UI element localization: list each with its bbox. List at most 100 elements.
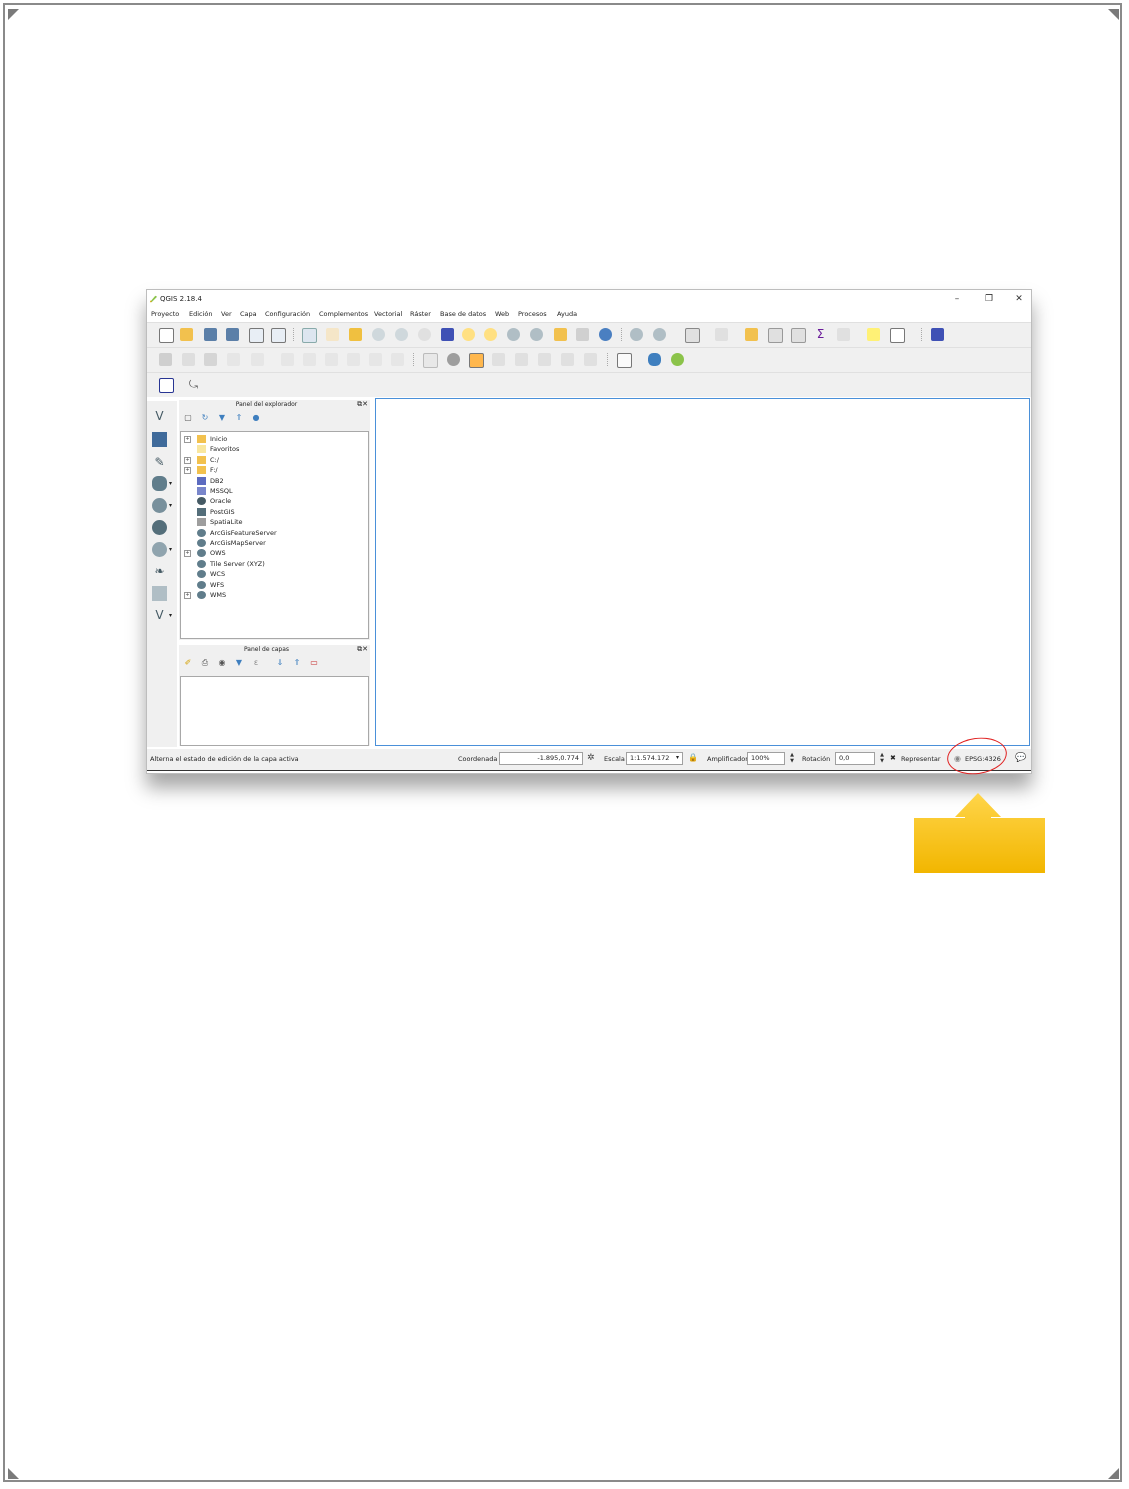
collapse-all-icon[interactable]: ⇑ xyxy=(234,413,244,423)
node-tool-icon[interactable] xyxy=(281,353,294,366)
rotation-spinner-icon[interactable]: ▲ ▼ xyxy=(878,752,886,765)
filter-expression-icon[interactable]: ε xyxy=(251,658,261,668)
tree-item[interactable]: Favoritos xyxy=(181,445,366,455)
save-project-icon[interactable] xyxy=(204,328,217,341)
dropdown-arrow-icon[interactable]: ▾ xyxy=(169,612,172,619)
menu-complementos[interactable]: Complementos xyxy=(319,310,368,318)
filter-icon[interactable]: ▼ xyxy=(217,413,227,423)
tree-item[interactable]: SpatiaLite xyxy=(181,518,366,528)
label-abc-icon[interactable] xyxy=(423,353,438,368)
measure-icon[interactable] xyxy=(837,328,850,341)
tree-item[interactable]: WCS xyxy=(181,570,366,580)
extents-toggle-icon[interactable]: ✲ xyxy=(587,753,595,763)
menu-procesos[interactable]: Procesos xyxy=(518,310,547,318)
expand-all-icon[interactable]: ⇓ xyxy=(275,658,285,668)
pan-touch-icon[interactable] xyxy=(302,328,317,343)
lock-scale-icon[interactable]: 🔒 xyxy=(688,753,698,762)
tree-item[interactable]: + F:/ xyxy=(181,466,366,476)
layer-styling-icon[interactable]: ✐ xyxy=(183,658,193,668)
menu-edicion[interactable]: Edición xyxy=(189,310,213,318)
trash-icon[interactable] xyxy=(325,353,338,366)
tree-item[interactable]: Tile Server (XYZ) xyxy=(181,559,366,570)
tree-item[interactable]: WFS xyxy=(181,580,366,591)
add-wms-layer-icon[interactable] xyxy=(152,498,167,513)
map-tips-icon[interactable] xyxy=(867,328,880,341)
magnifier-spinner-icon[interactable]: ▲ ▼ xyxy=(788,752,796,765)
zoom-out-icon[interactable] xyxy=(395,328,408,341)
minimize-button[interactable]: – xyxy=(950,293,964,305)
zoom-full-icon[interactable] xyxy=(441,328,454,341)
tree-item[interactable]: + C:/ xyxy=(181,455,366,466)
show-bookmarks-icon[interactable] xyxy=(576,328,589,341)
field-calculator-icon[interactable] xyxy=(791,328,806,343)
menu-raster[interactable]: Ráster xyxy=(410,310,431,318)
close-button[interactable]: ✕ xyxy=(1012,293,1026,305)
select-features-icon[interactable] xyxy=(685,328,700,343)
add-feature-icon[interactable] xyxy=(227,353,240,366)
undo-rotate-icon[interactable]: ⤿ xyxy=(187,378,200,391)
pan-to-selection-icon[interactable] xyxy=(349,328,362,341)
move-label-icon[interactable] xyxy=(538,353,551,366)
text-annotation-icon[interactable] xyxy=(890,328,905,343)
tree-item[interactable]: Oracle xyxy=(181,497,366,507)
tree-item[interactable]: + Inicio xyxy=(181,435,366,445)
zoom-last-icon[interactable] xyxy=(507,328,520,341)
menu-web[interactable]: Web xyxy=(495,310,509,318)
tree-item[interactable]: + OWS xyxy=(181,549,366,559)
expand-icon[interactable]: + xyxy=(184,550,191,558)
scale-dropdown-icon[interactable]: ▾ xyxy=(676,754,679,761)
new-bookmark-icon[interactable] xyxy=(554,328,567,341)
scale-combo[interactable]: 1:1.574.172 xyxy=(626,752,683,765)
expand-icon[interactable]: + xyxy=(184,456,191,464)
save-edits-icon[interactable] xyxy=(204,353,217,366)
expand-icon[interactable]: + xyxy=(184,592,191,599)
current-edits-icon[interactable] xyxy=(159,353,172,366)
filter-legend-icon[interactable]: ▼ xyxy=(234,658,244,668)
toggle-editing-icon[interactable] xyxy=(182,353,195,366)
copy-features-icon[interactable] xyxy=(369,353,382,366)
delete-selected-icon[interactable] xyxy=(303,353,316,366)
map-canvas[interactable] xyxy=(375,398,1030,746)
menu-ayuda[interactable]: Ayuda xyxy=(557,310,577,318)
restore-button[interactable]: ❐ xyxy=(982,293,996,305)
identify-icon[interactable] xyxy=(630,328,643,341)
zoom-to-selection-icon[interactable] xyxy=(462,328,475,341)
python-console-icon[interactable] xyxy=(648,353,661,366)
layer-labeling-icon[interactable] xyxy=(469,353,484,368)
collapse-all-icon[interactable]: ⇑ xyxy=(292,658,302,668)
add-spatialite-layer-icon[interactable]: ✎ xyxy=(152,455,167,470)
magnifier-field[interactable]: 100% xyxy=(747,752,785,765)
paste-features-icon[interactable] xyxy=(391,353,404,366)
dropdown-arrow-icon[interactable]: ▾ xyxy=(169,502,172,509)
statistics-sigma-icon[interactable]: Σ xyxy=(814,328,827,341)
save-as-icon[interactable] xyxy=(226,328,239,341)
composer-manager-icon[interactable] xyxy=(271,328,286,343)
coordinate-field[interactable]: -1.895,0.774 xyxy=(499,752,583,765)
new-vector-layer-icon[interactable]: V xyxy=(152,608,167,623)
plugin-icon[interactable] xyxy=(671,353,684,366)
zoom-to-layer-icon[interactable] xyxy=(484,328,497,341)
render-checkbox-icon[interactable]: ✖ xyxy=(890,754,896,762)
deselect-icon[interactable] xyxy=(745,328,758,341)
tree-item[interactable]: PostGIS xyxy=(181,507,366,518)
pan-hand-icon[interactable] xyxy=(326,328,339,341)
zoom-native-icon[interactable] xyxy=(418,328,431,341)
add-virtual-layer-icon[interactable] xyxy=(152,586,167,601)
expand-icon[interactable]: + xyxy=(184,436,191,443)
add-raster-layer-icon[interactable] xyxy=(152,432,167,447)
tree-item[interactable]: ArcGisMapServer xyxy=(181,539,366,549)
attribute-table-icon[interactable] xyxy=(768,328,783,343)
zoom-next-icon[interactable] xyxy=(530,328,543,341)
expand-icon[interactable]: + xyxy=(184,467,191,475)
menu-base-de-datos[interactable]: Base de datos xyxy=(440,310,486,318)
move-feature-icon[interactable] xyxy=(251,353,264,366)
csw-icon[interactable] xyxy=(617,353,632,368)
dropdown-arrow-icon[interactable]: ▾ xyxy=(169,546,172,553)
select-by-expression-icon[interactable] xyxy=(715,328,728,341)
panel-float-close-icon[interactable]: ⧉✕ xyxy=(357,645,368,654)
zoom-in-icon[interactable] xyxy=(372,328,385,341)
manage-visibility-icon[interactable]: ◉ xyxy=(217,658,227,668)
tree-item[interactable]: + WMS xyxy=(181,591,366,601)
help-icon[interactable] xyxy=(931,328,944,341)
new-project-icon[interactable] xyxy=(159,328,174,343)
